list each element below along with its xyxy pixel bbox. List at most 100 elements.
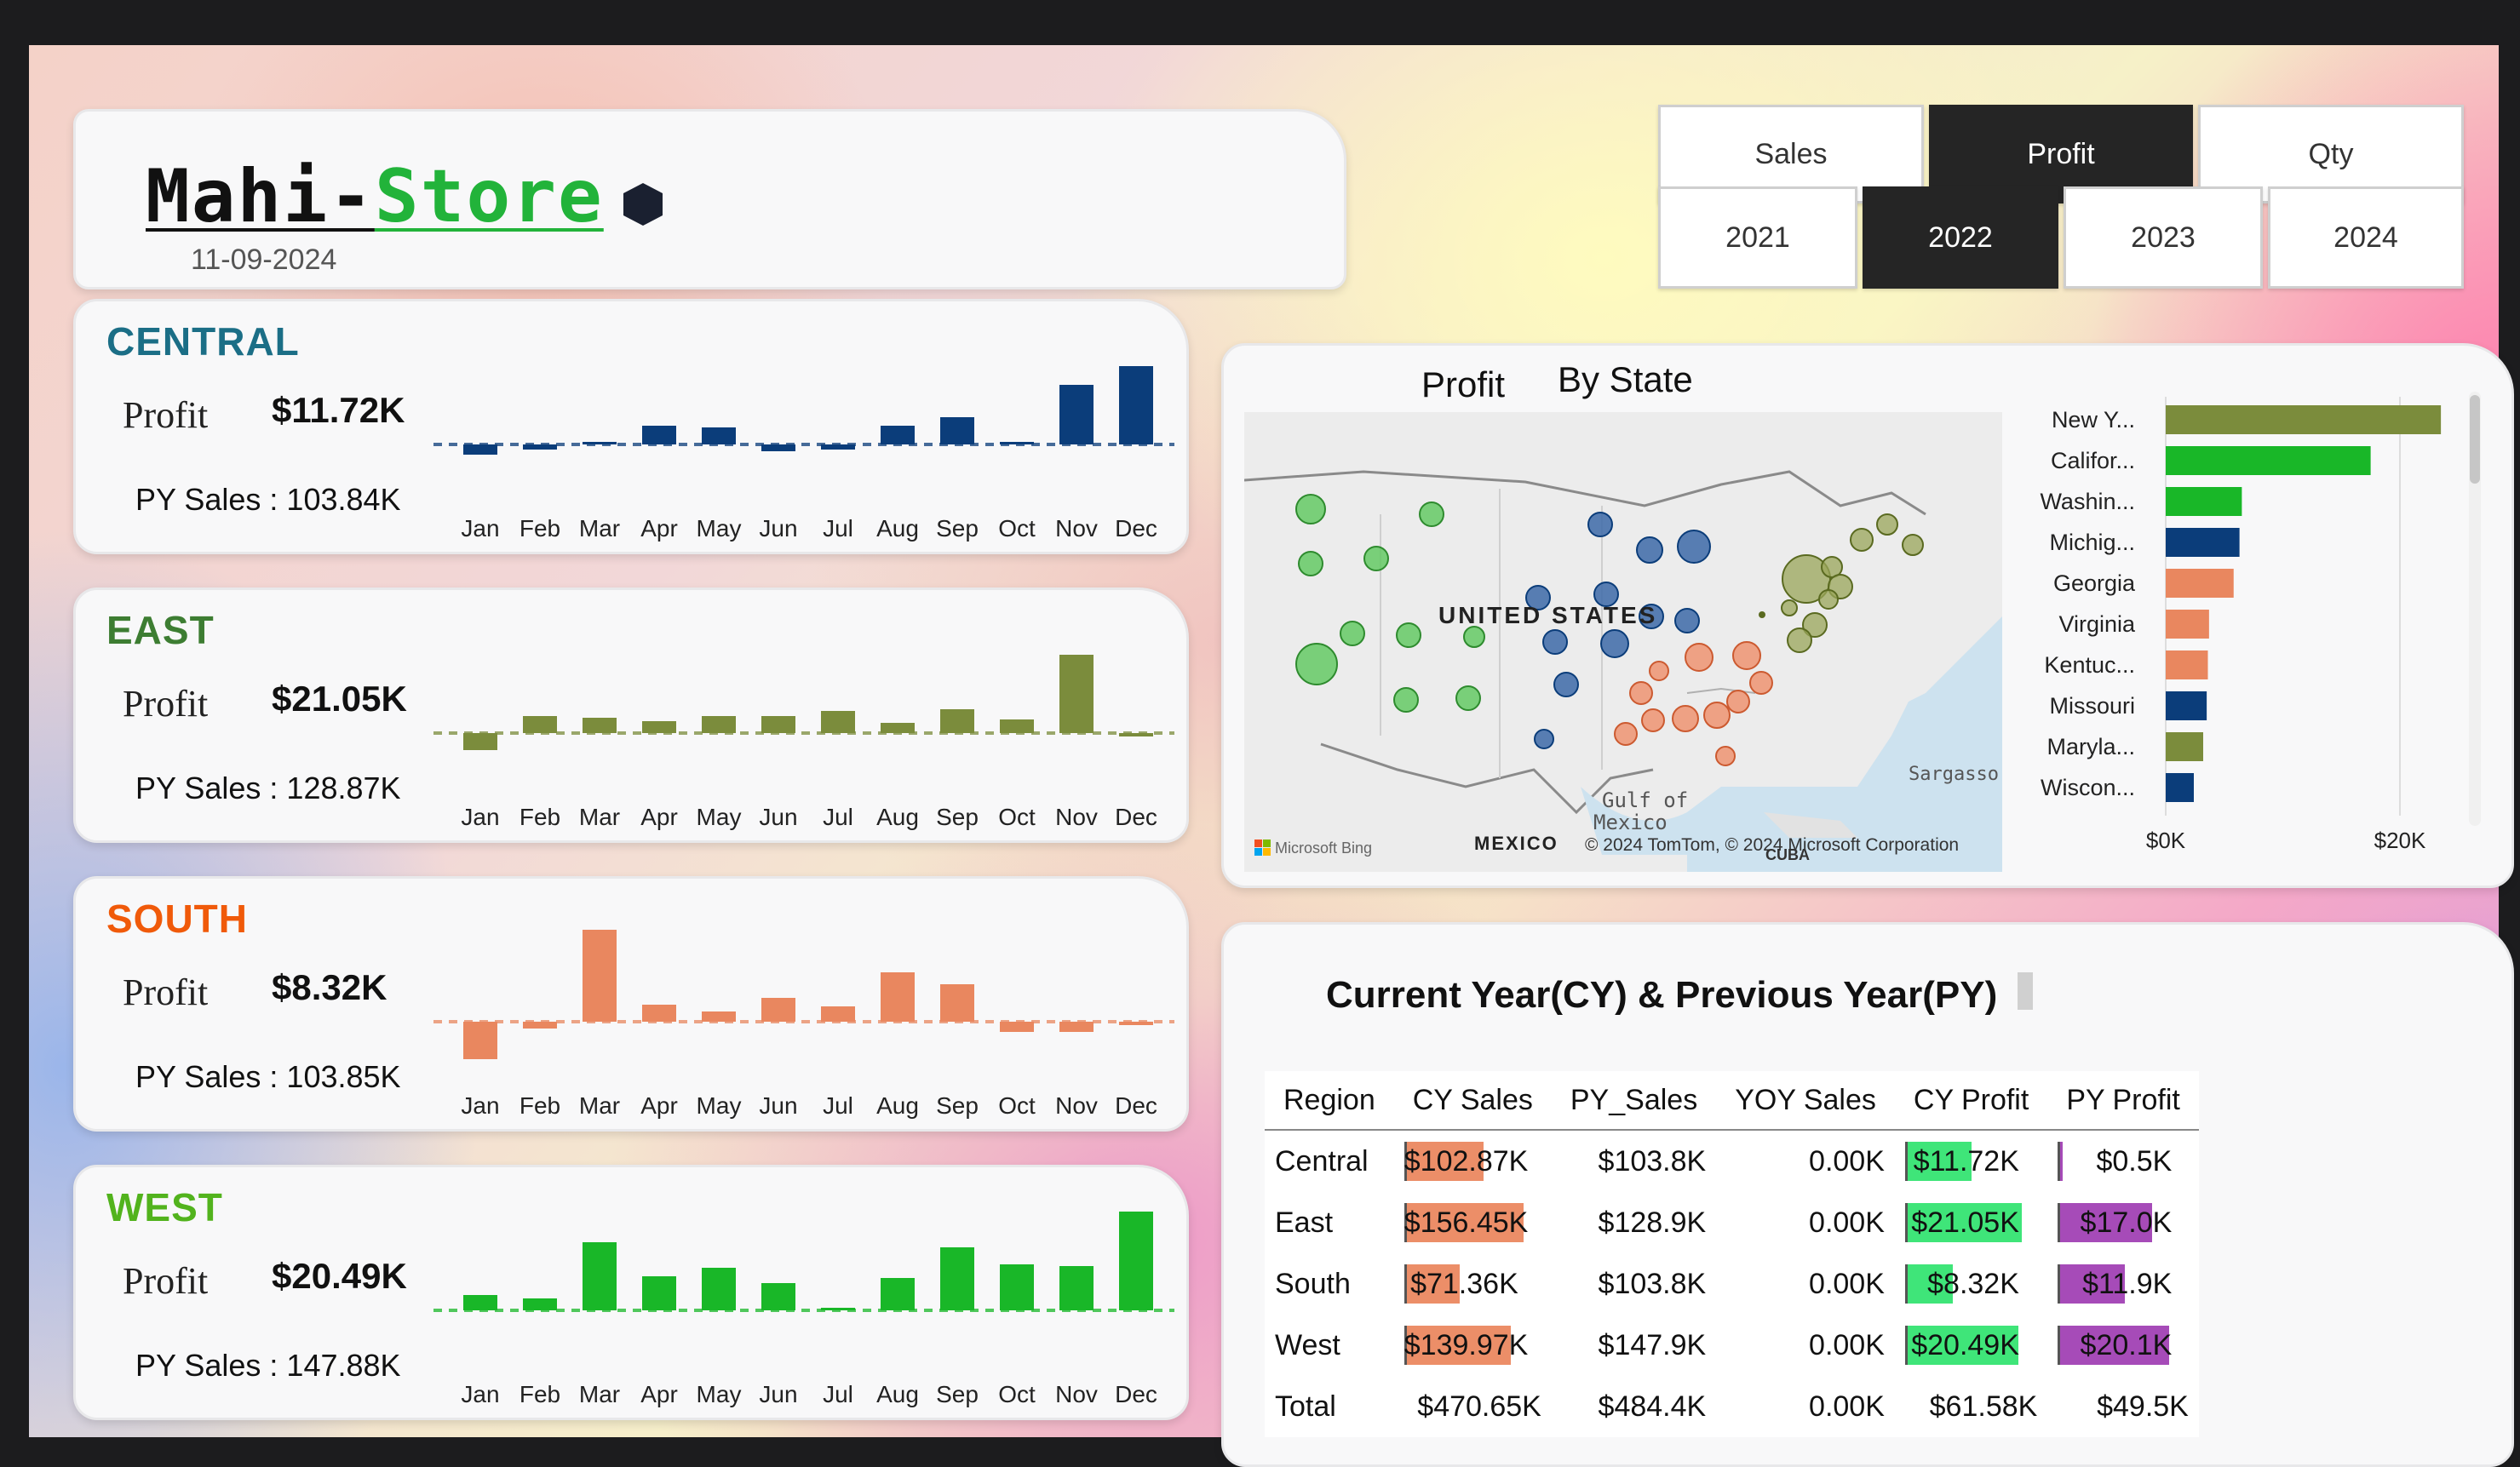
state-bar[interactable]	[2166, 732, 2203, 761]
month-bar[interactable]	[1119, 366, 1153, 444]
column-header-region[interactable]: Region	[1265, 1071, 1394, 1131]
month-bar[interactable]	[463, 444, 497, 455]
month-label: Feb	[519, 515, 560, 542]
month-bar[interactable]	[821, 1006, 855, 1022]
map-bubble	[1703, 702, 1731, 729]
month-bar[interactable]	[642, 721, 676, 733]
cell-cy_sales: $139.97K	[1394, 1315, 1552, 1376]
py-sales: PY Sales : 103.85K	[135, 1059, 401, 1094]
month-bar[interactable]	[940, 1247, 974, 1310]
month-bar[interactable]	[702, 1011, 736, 1022]
month-bar[interactable]	[523, 716, 557, 733]
cy-py-table-card: Current Year(CY) & Previous Year(PY) Reg…	[1221, 922, 2514, 1467]
year-button-2022[interactable]: 2022	[1863, 186, 2058, 289]
chart-scrollbar-track[interactable]	[2469, 392, 2481, 826]
month-bar[interactable]	[1000, 442, 1034, 444]
month-bar[interactable]	[1000, 1264, 1034, 1310]
month-bar[interactable]	[702, 427, 736, 444]
month-label: May	[697, 804, 742, 830]
month-bar[interactable]	[940, 709, 974, 733]
table-row[interactable]: East $156.45K $128.9K 0.00K $21.05K $17.0K	[1265, 1192, 2199, 1253]
state-bar[interactable]	[2166, 528, 2240, 557]
state-bar[interactable]	[2166, 610, 2209, 639]
month-bar[interactable]	[881, 723, 915, 733]
month-label: Apr	[640, 1381, 678, 1407]
month-bar[interactable]	[761, 1283, 795, 1310]
month-bar[interactable]	[1119, 733, 1153, 736]
month-label: May	[697, 515, 742, 542]
column-header-py-profit[interactable]: PY Profit	[2047, 1071, 2199, 1131]
month-bar[interactable]	[702, 1268, 736, 1310]
state-bar[interactable]	[2166, 405, 2442, 434]
month-bar[interactable]	[881, 1278, 915, 1310]
column-header-cy-sales[interactable]: CY Sales	[1393, 1071, 1552, 1131]
state-profit-map[interactable]: UNITED STATES MEXICO Gulf of Mexico Sarg…	[1244, 412, 2002, 872]
month-bar[interactable]	[881, 426, 915, 444]
month-bar[interactable]	[583, 930, 617, 1022]
month-bar[interactable]	[583, 718, 617, 733]
month-bar[interactable]	[821, 711, 855, 733]
month-label: Aug	[876, 1381, 919, 1407]
state-bar[interactable]	[2166, 773, 2194, 802]
month-label: Jul	[823, 515, 853, 542]
month-bar[interactable]	[881, 972, 915, 1022]
month-label: Jan	[461, 1092, 499, 1119]
month-bar[interactable]	[642, 426, 676, 444]
year-button-2021[interactable]: 2021	[1658, 186, 1857, 289]
month-bar[interactable]	[523, 444, 557, 450]
month-bar[interactable]	[523, 1298, 557, 1310]
month-bar[interactable]	[821, 1308, 855, 1310]
month-label: Feb	[519, 804, 560, 830]
month-bar[interactable]	[1119, 1212, 1153, 1310]
state-bar[interactable]	[2166, 691, 2207, 720]
month-bar[interactable]	[1119, 1022, 1153, 1025]
py-sales: PY Sales : 147.88K	[135, 1348, 401, 1383]
dashboard-canvas: Mahi-Store 11-09-2024 Sales Profit Qty 2…	[29, 45, 2514, 1467]
month-bar[interactable]	[821, 444, 855, 450]
column-header-py-sales[interactable]: PY_Sales	[1551, 1071, 1717, 1131]
map-label-sargasso: Sargasso	[1909, 764, 1999, 785]
month-bar[interactable]	[761, 998, 795, 1022]
state-bar[interactable]	[2166, 446, 2371, 475]
column-header-yoy-sales[interactable]: YOY Sales	[1716, 1071, 1895, 1131]
year-button-2024[interactable]: 2024	[2268, 186, 2464, 289]
cell-region: South	[1275, 1267, 1351, 1300]
month-bar[interactable]	[1059, 655, 1094, 733]
month-bar[interactable]	[583, 1242, 617, 1310]
month-bar[interactable]	[1059, 385, 1094, 444]
month-bar[interactable]	[1059, 1266, 1094, 1310]
month-bar[interactable]	[642, 1005, 676, 1022]
chart-scrollbar-thumb[interactable]	[2470, 395, 2480, 484]
map-bubble	[1850, 528, 1874, 552]
map-bubble	[1674, 608, 1700, 633]
cell-py_sales: $103.8K	[1598, 1267, 1707, 1300]
month-bar[interactable]	[1059, 1022, 1094, 1032]
column-header-cy-profit[interactable]: CY Profit	[1894, 1071, 2048, 1131]
table-row[interactable]: Central $102.87K $103.8K 0.00K $11.72K $0.5K	[1265, 1130, 2199, 1192]
month-bar[interactable]	[940, 984, 974, 1022]
state-bar[interactable]	[2166, 487, 2242, 516]
month-bar[interactable]	[523, 1022, 557, 1029]
cell-region: East	[1275, 1206, 1334, 1239]
month-bar[interactable]	[463, 733, 497, 750]
month-bar[interactable]	[702, 716, 736, 733]
brand-title: Mahi-Store	[146, 154, 604, 239]
year-button-2023[interactable]: 2023	[2064, 186, 2263, 289]
month-bar[interactable]	[1000, 1022, 1034, 1032]
month-bar[interactable]	[1000, 719, 1034, 733]
month-bar[interactable]	[463, 1295, 497, 1310]
month-bar[interactable]	[583, 442, 617, 444]
table-scrollbar-thumb[interactable]	[2018, 972, 2033, 1010]
map-title-by-state: By State	[1558, 359, 1693, 399]
month-bar[interactable]	[463, 1022, 497, 1059]
table-row[interactable]: West $139.97K $147.9K 0.00K $20.49K $20.1K	[1265, 1315, 2199, 1376]
month-bar[interactable]	[761, 716, 795, 733]
state-bar[interactable]	[2166, 650, 2208, 679]
table-title: Current Year(CY) & Previous Year(PY)	[1326, 974, 1998, 1016]
state-bar[interactable]	[2166, 569, 2234, 598]
table-row[interactable]: South $71.36K $103.8K 0.00K $8.32K $11.9K	[1265, 1253, 2199, 1315]
month-bar[interactable]	[940, 417, 974, 444]
map-bubble	[1749, 671, 1773, 695]
month-bar[interactable]	[642, 1276, 676, 1310]
month-bar[interactable]	[761, 444, 795, 451]
